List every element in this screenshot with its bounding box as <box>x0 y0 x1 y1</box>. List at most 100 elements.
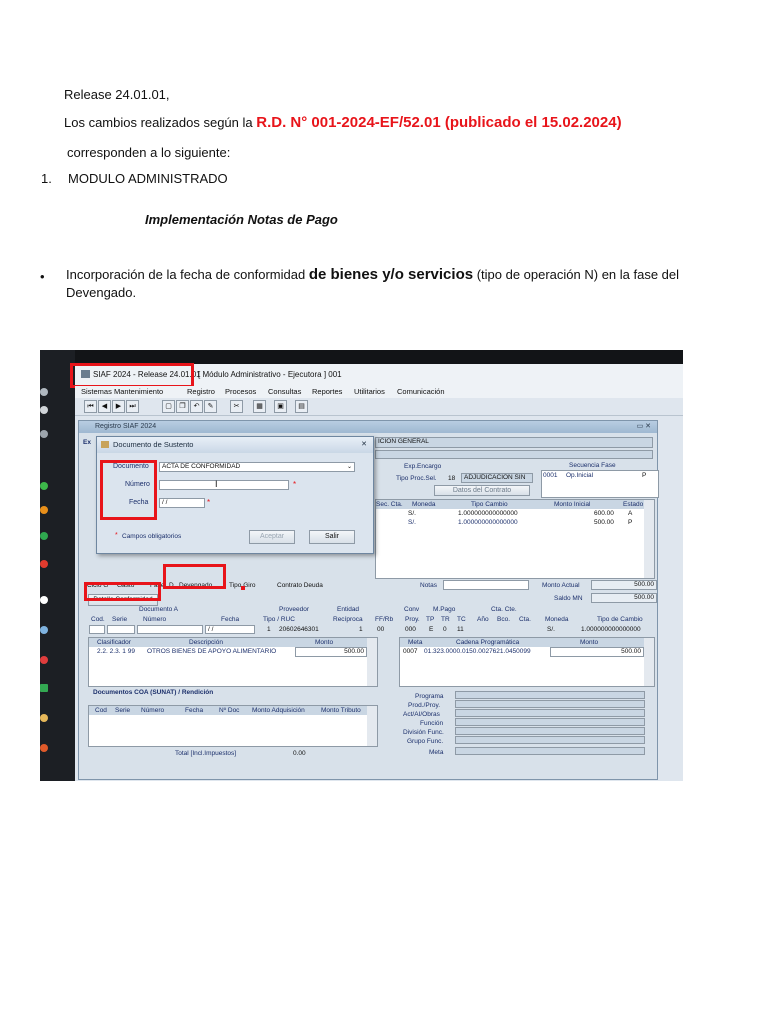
proveedor-label: Proveedor <box>279 606 309 613</box>
moneda-val: S/. <box>547 626 555 633</box>
secuencia-fase-label: Secuencia Fase <box>569 462 616 469</box>
row1-estado: A <box>628 510 633 517</box>
cut-icon[interactable]: ✂ <box>230 400 243 413</box>
coa-grid: Cod Serie Número Fecha Nº Doc Monto Adqu… <box>88 705 378 747</box>
col-tipo-cambio: Tipo Cambio <box>471 501 508 508</box>
monto-actual-field: 500.00 <box>591 580 657 590</box>
salir-button[interactable]: Salir <box>309 530 355 544</box>
header-right: ICION GENERAL <box>375 437 653 448</box>
meta-monto[interactable]: 500.00 <box>550 647 644 657</box>
coa-col-fecha: Fecha <box>185 707 204 714</box>
clasif-monto[interactable]: 500.00 <box>295 647 367 657</box>
save-icon[interactable]: ▣ <box>274 400 287 413</box>
menu-mantenimiento[interactable]: Mantenimiento <box>114 387 163 396</box>
image-icon[interactable]: ▤ <box>295 400 308 413</box>
highlight-detalle-conformidad <box>84 582 161 601</box>
coa-scrollbar[interactable] <box>367 706 377 746</box>
grid-icon[interactable]: ▦ <box>253 400 266 413</box>
prov-tipo: 1 <box>267 626 271 633</box>
secuencia-row: 0001 <box>543 472 558 479</box>
registro-close-icon[interactable]: ▭ ✕ <box>637 421 651 433</box>
datos-contrato-button[interactable]: Datos del Contrato <box>434 485 530 496</box>
doc-fecha-field[interactable]: / / <box>205 625 255 634</box>
taskbar-icon <box>40 596 48 604</box>
changes-prefix: Los cambios realizados según la <box>64 115 257 130</box>
fecha-field[interactable]: / / <box>159 498 205 508</box>
doc-serie-field[interactable] <box>107 625 135 634</box>
tipo-proc-num: 18 <box>448 475 456 482</box>
contrato-deuda-label: Contrato Deuda <box>277 582 323 589</box>
bullet-text-d: Devengado. <box>66 285 137 300</box>
ff-val: 00 <box>377 626 385 633</box>
menu-registro[interactable]: Registro <box>187 387 215 396</box>
meta-scrollbar[interactable] <box>644 638 654 686</box>
bullet-text-b: de bienes y/o servicios <box>308 266 474 283</box>
taskbar-icon <box>40 744 48 752</box>
menu-reportes[interactable]: Reportes <box>312 387 342 396</box>
ff-rb-label: FF/Rb <box>375 616 394 623</box>
new-icon[interactable]: ▢ <box>162 400 175 413</box>
entidad-label: Entidad <box>337 606 360 613</box>
prev-record-icon[interactable]: ◀ <box>98 400 111 413</box>
taskbar-icon <box>40 626 48 634</box>
taskbar-icon <box>40 506 48 514</box>
top-grid-scrollbar[interactable] <box>644 500 654 578</box>
taskbar-icon <box>40 532 48 540</box>
reciproca-label: Recíproca <box>333 616 363 623</box>
aceptar-button[interactable]: Aceptar <box>249 530 295 544</box>
list-title: MODULO ADMINISTRADO <box>68 171 228 186</box>
col-meta-monto: Monto <box>580 639 599 646</box>
menu-utilitarios[interactable]: Utilitarios <box>354 387 385 396</box>
menu-consultas[interactable]: Consultas <box>268 387 301 396</box>
dialog-icon <box>101 441 109 448</box>
documento-select[interactable]: ACTA DE CONFORMIDAD ⌄ <box>159 462 355 472</box>
adjudicacion-field: ADJUDICACION SIN <box>461 473 533 483</box>
meta-label: Meta <box>429 749 444 756</box>
bco-label: Bco. <box>497 616 511 623</box>
first-record-icon[interactable]: ⏮ <box>84 400 97 413</box>
taskbar-icon <box>40 406 48 414</box>
edit-icon[interactable]: ✎ <box>204 400 217 413</box>
taskbar-icon <box>40 656 48 664</box>
row1-monto: 600.00 <box>594 510 614 517</box>
menu-procesos[interactable]: Procesos <box>225 387 256 396</box>
red-marker <box>241 586 245 590</box>
documento-value: ACTA DE CONFORMIDAD <box>162 463 241 470</box>
funcion-field <box>455 718 645 726</box>
dialog-close-icon[interactable]: ✕ <box>361 437 367 453</box>
toolbar: ⏮ ◀ ▶ ⏭ ▢ ❐ ↶ ✎ ✂ ▦ ▣ ▤ <box>75 398 683 416</box>
copy-icon[interactable]: ❐ <box>176 400 189 413</box>
notas-label: Notas <box>420 582 437 589</box>
registro-titlebar: Registro SIAF 2024 ▭ ✕ <box>79 421 657 433</box>
top-grid: Sec. Cta. Moneda Tipo Cambio Monto Inici… <box>375 499 655 579</box>
siaf-screenshot: SIAF 2024 - Release 24.01.01 [ Módulo Ad… <box>40 350 683 781</box>
row1-tc: 1.000000000000000 <box>458 510 518 517</box>
coa-col-ndoc: Nº Doc <box>219 707 240 714</box>
tipo-ruc-label: Tipo / RUC <box>263 616 295 623</box>
clasif-scrollbar[interactable] <box>367 638 377 686</box>
app-title-suffix: [ Módulo Administrativo - Ejecutora ] 00… <box>198 370 342 379</box>
clasif-desc: OTROS BIENES DE APOYO ALIMENTARIO <box>147 648 277 655</box>
doc-numero-field[interactable] <box>137 625 203 634</box>
highlight-devengado <box>163 564 226 589</box>
anio-label: Año <box>477 616 489 623</box>
conv-label: Conv <box>404 606 420 613</box>
tipo-proc-sel-label: Tipo Proc.Sel. <box>396 475 437 482</box>
doc-cod-field[interactable] <box>89 625 105 634</box>
prod-proy-field <box>455 700 645 708</box>
undo-icon[interactable]: ↶ <box>190 400 203 413</box>
col-descripcion: Descripción <box>189 639 223 646</box>
numero-field[interactable] <box>159 480 289 490</box>
next-record-icon[interactable]: ▶ <box>112 400 125 413</box>
notas-field[interactable] <box>443 580 529 590</box>
taskbar <box>40 350 75 781</box>
row2-monto: 500.00 <box>594 519 614 526</box>
menu-comunicacion[interactable]: Comunicación <box>397 387 445 396</box>
last-record-icon[interactable]: ⏭ <box>126 400 139 413</box>
total-label: Total [Incl.Impuestos] <box>175 750 237 757</box>
col-moneda: Moneda <box>412 501 436 508</box>
chevron-down-icon: ⌄ <box>346 464 352 470</box>
menu-sistemas[interactable]: Sistemas <box>81 387 112 396</box>
act-ai-obras-label: Act/AI/Obras <box>403 711 440 718</box>
correspond-line: corresponden a lo siguiente: <box>67 145 231 160</box>
